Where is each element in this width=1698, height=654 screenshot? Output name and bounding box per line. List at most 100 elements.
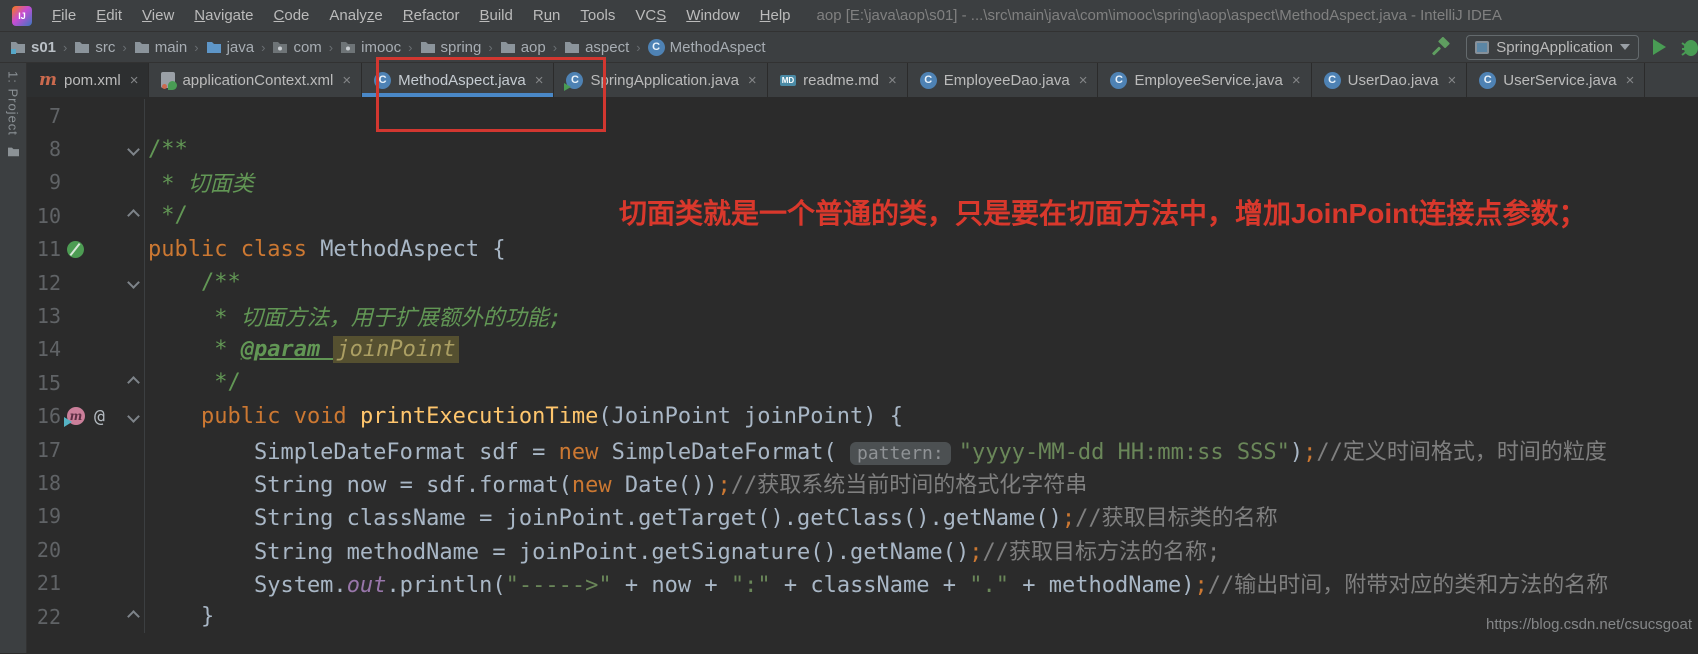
tab-close-icon[interactable]: ×	[748, 72, 757, 89]
tab-MethodAspect.java[interactable]: C MethodAspect.java ×	[362, 63, 555, 97]
code-line: 14 * @param joinPoint	[27, 332, 1698, 367]
project-toolwindow-button[interactable]: 1: Project	[6, 71, 21, 136]
tab-EmployeeService.java[interactable]: C EmployeeService.java ×	[1098, 63, 1312, 97]
code-text: /**	[145, 137, 188, 162]
breadcrumb-item-imooc[interactable]: imooc	[340, 39, 401, 56]
folder-icon	[134, 40, 150, 54]
tab-close-icon[interactable]: ×	[342, 72, 351, 89]
tab-close-icon[interactable]: ×	[130, 72, 139, 89]
breadcrumb-item-spring[interactable]: spring	[420, 39, 481, 56]
tab-label: UserService.java	[1503, 71, 1617, 89]
fold-marker-icon[interactable]	[127, 409, 140, 423]
tab-SpringApplication.java[interactable]: C SpringApplication.java ×	[554, 63, 768, 97]
folder-icon	[564, 40, 580, 54]
breadcrumb-separator: ›	[488, 39, 493, 55]
code-editor[interactable]: 7 8 /** 9 * 切面类 10 */ 11 public class MethodAs…	[27, 97, 1698, 653]
tab-pom.xml[interactable]: m pom.xml ×	[27, 63, 150, 97]
application-icon	[1475, 40, 1490, 54]
menu-item-file[interactable]: File	[42, 0, 86, 32]
tab-close-icon[interactable]: ×	[1079, 72, 1088, 89]
breadcrumb-item-com[interactable]: com	[272, 38, 322, 56]
tab-close-icon[interactable]: ×	[888, 72, 897, 89]
code-segment: @param	[240, 336, 334, 362]
breadcrumb-item-java[interactable]: java	[206, 39, 254, 56]
menu-item-build[interactable]: Build	[469, 0, 522, 32]
spring-bean-gutter-icon[interactable]	[67, 240, 84, 258]
breadcrumb-item-aop[interactable]: aop	[500, 39, 546, 56]
breadcrumb-label: com	[293, 38, 322, 56]
run-toolbar: SpringApplication	[1432, 34, 1698, 60]
code-segment: ;	[1194, 573, 1208, 599]
run-configuration-select[interactable]: SpringApplication	[1466, 34, 1639, 60]
fold-marker-icon[interactable]	[127, 276, 140, 290]
tab-close-icon[interactable]: ×	[1448, 72, 1457, 89]
fold-marker-icon[interactable]	[127, 142, 140, 156]
tab-applicationContext.xml[interactable]: applicationContext.xml ×	[149, 63, 363, 97]
code-line: 17 SimpleDateFormat sdf = new SimpleDate…	[27, 432, 1698, 467]
advised-method-gutter-icon[interactable]: m	[64, 407, 85, 428]
tab-close-icon[interactable]: ×	[1626, 72, 1635, 89]
tab-label: applicationContext.xml	[182, 71, 334, 89]
code-line: 7	[27, 99, 1698, 133]
code-text: String methodName = joinPoint.getSignatu…	[145, 534, 1220, 566]
menu-item-edit[interactable]: Edit	[86, 0, 132, 32]
code-text: /**	[145, 270, 241, 295]
menu-item-tools[interactable]: Tools	[570, 0, 625, 32]
menu-item-analyze[interactable]: Analyze	[319, 0, 392, 32]
breadcrumb-item-s01[interactable]: s01	[10, 39, 56, 56]
menu-item-refactor[interactable]: Refactor	[393, 0, 470, 32]
fold-column	[123, 499, 145, 534]
fold-marker-icon[interactable]	[127, 610, 140, 623]
code-segment: 切面类	[187, 172, 254, 198]
debug-bug-icon[interactable]	[1680, 37, 1698, 57]
menu-item-run[interactable]: Run	[523, 0, 571, 32]
code-segment: *	[148, 336, 241, 362]
class-icon: C	[919, 71, 937, 89]
tab-label: EmployeeDao.java	[943, 71, 1070, 89]
menu-item-code[interactable]: Code	[264, 0, 320, 32]
breadcrumb-separator: ›	[552, 39, 558, 55]
run-button[interactable]	[1653, 39, 1666, 55]
tab-UserService.java[interactable]: C UserService.java ×	[1467, 63, 1646, 97]
line-number: 8	[48, 137, 61, 162]
code-segment: new	[571, 472, 625, 498]
breadcrumb-item-src[interactable]: src	[74, 39, 115, 56]
code-segment: "yyyy-MM-dd HH:mm:ss SSS"	[958, 439, 1290, 465]
breadcrumb-label: main	[154, 38, 188, 56]
fold-column	[123, 299, 145, 333]
tab-EmployeeDao.java[interactable]: C EmployeeDao.java ×	[908, 63, 1099, 97]
code-segment: SimpleDateFormat(	[611, 439, 851, 465]
fold-column	[123, 466, 145, 500]
code-segment: String now = sdf.format(	[148, 472, 572, 498]
build-hammer-icon[interactable]	[1432, 37, 1452, 57]
folder-icon	[420, 40, 436, 54]
tab-close-icon[interactable]: ×	[535, 72, 544, 89]
tab-readme.md[interactable]: MD readme.md ×	[768, 63, 908, 97]
fold-marker-icon[interactable]	[127, 376, 140, 390]
class-icon: C	[374, 71, 392, 89]
breadcrumb-item-main[interactable]: main	[134, 38, 188, 56]
code-segment: Date())	[624, 472, 718, 498]
breadcrumb-item-aspect[interactable]: aspect	[564, 39, 629, 56]
line-number: 7	[48, 103, 61, 128]
code-text: String now = sdf.format(new Date());//获取…	[145, 467, 1087, 499]
menu-item-navigate[interactable]: Navigate	[184, 0, 263, 32]
breadcrumb-item-MethodAspect[interactable]: C MethodAspect	[647, 38, 766, 56]
tab-close-icon[interactable]: ×	[1292, 72, 1301, 89]
gutter-icons	[61, 240, 123, 258]
class-run-icon: C	[564, 71, 584, 91]
menu-item-view[interactable]: View	[132, 0, 184, 32]
tab-label: MethodAspect.java	[398, 71, 526, 89]
folder-icon	[7, 147, 19, 157]
fold-column	[123, 99, 145, 133]
menu-item-window[interactable]: Window	[676, 0, 749, 32]
markdown-icon: MD	[779, 74, 797, 86]
fold-marker-icon[interactable]	[127, 209, 140, 223]
menu-item-vcs[interactable]: VCS	[625, 0, 676, 32]
tab-UserDao.java[interactable]: C UserDao.java ×	[1312, 63, 1468, 97]
fold-column	[123, 232, 145, 266]
module-folder-icon	[10, 40, 26, 54]
fold-column	[123, 566, 145, 600]
tab-label: pom.xml	[64, 71, 121, 89]
menu-item-help[interactable]: Help	[750, 0, 801, 32]
